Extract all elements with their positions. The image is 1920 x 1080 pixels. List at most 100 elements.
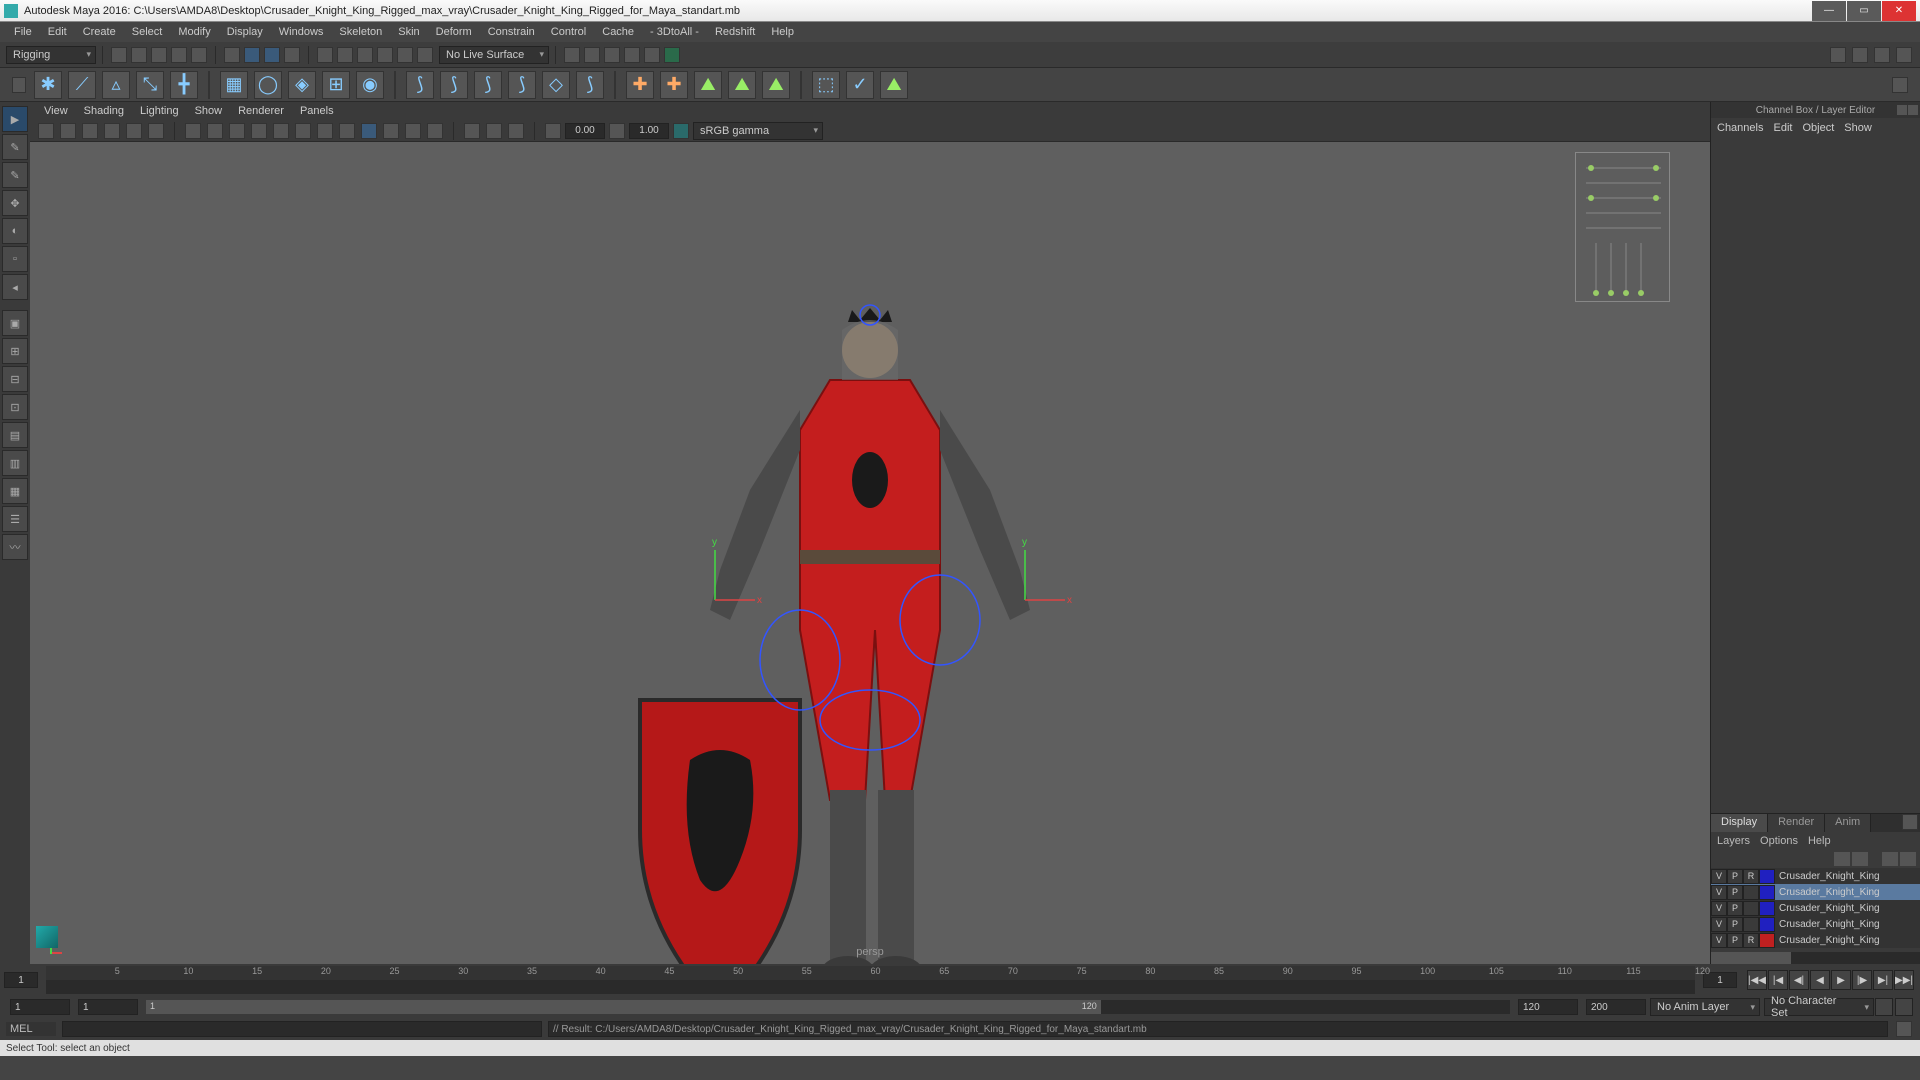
layout-5-button[interactable]: ▦	[2, 478, 28, 504]
vp-film-gate-icon[interactable]	[207, 123, 223, 139]
step-forward-button[interactable]: |▶	[1852, 970, 1872, 990]
layer-visible-toggle[interactable]: V	[1711, 917, 1727, 932]
menu-control[interactable]: Control	[543, 24, 594, 40]
tab-object[interactable]: Object	[1802, 122, 1834, 134]
vp-textured-icon[interactable]	[383, 123, 399, 139]
anim-layer-dropdown[interactable]: No Anim Layer	[1650, 998, 1760, 1016]
menu-create[interactable]: Create	[75, 24, 124, 40]
maximize-button[interactable]: ▭	[1847, 1, 1881, 21]
mirror-joint-icon[interactable]: ▵	[102, 71, 130, 99]
tool-settings-icon[interactable]	[1874, 47, 1890, 63]
vp-color-mgmt-dropdown[interactable]: sRGB gamma	[693, 122, 823, 140]
vp-xray-icon[interactable]	[486, 123, 502, 139]
vp-xray-joints-icon[interactable]	[508, 123, 524, 139]
character-set-dropdown[interactable]: No Character Set	[1764, 998, 1874, 1016]
menu-file[interactable]: File	[6, 24, 40, 40]
smooth-bind-icon[interactable]: ⟆	[406, 71, 434, 99]
copy-weights-icon[interactable]: ⟆	[576, 71, 604, 99]
detach-skin-icon[interactable]: ⟆	[474, 71, 502, 99]
close-button[interactable]: ✕	[1882, 1, 1916, 21]
tab-edit[interactable]: Edit	[1773, 122, 1792, 134]
play-forward-button[interactable]: ▶	[1831, 970, 1851, 990]
layout-1-button[interactable]: ⊟	[2, 366, 28, 392]
vp-lights-icon[interactable]	[405, 123, 421, 139]
layer-color-swatch[interactable]	[1759, 901, 1775, 916]
workspace-dropdown[interactable]: Rigging	[6, 46, 96, 64]
layer-options-icon[interactable]	[1902, 814, 1918, 830]
paint-select-button[interactable]: ✎	[2, 162, 28, 188]
step-back-button[interactable]: ◀|	[1789, 970, 1809, 990]
vp-gamma-icon[interactable]	[609, 123, 625, 139]
menu-cache[interactable]: Cache	[594, 24, 642, 40]
tab-show[interactable]: Show	[1844, 122, 1872, 134]
bake-animation-icon[interactable]: ⛰	[880, 71, 908, 99]
layer-reference-toggle[interactable]	[1743, 901, 1759, 916]
facial-slider-panel[interactable]	[1575, 152, 1670, 302]
snap-surface-icon[interactable]	[397, 47, 413, 63]
new-scene-icon[interactable]	[111, 47, 127, 63]
snap-view-icon[interactable]	[417, 47, 433, 63]
play-back-button[interactable]: ◀	[1810, 970, 1830, 990]
panel-close-icon[interactable]	[1908, 105, 1918, 115]
vpmenu-panels[interactable]: Panels	[292, 104, 342, 118]
remove-constraint-icon[interactable]: ✚	[660, 71, 688, 99]
vp-color-mgmt-icon[interactable]	[673, 123, 689, 139]
vp-exposure-icon[interactable]	[545, 123, 561, 139]
vp-grid-icon[interactable]	[185, 123, 201, 139]
last-tool-button[interactable]: ◂	[2, 274, 28, 300]
vp-resolution-gate-icon[interactable]	[229, 123, 245, 139]
shelf-tab-icon[interactable]	[12, 77, 26, 93]
step-back-key-button[interactable]: |◀	[1768, 970, 1788, 990]
save-scene-icon[interactable]	[151, 47, 167, 63]
new-layer-selected-icon[interactable]	[1900, 852, 1916, 866]
layer-playback-toggle[interactable]: P	[1727, 933, 1743, 948]
character-set-icon[interactable]: ⛰	[762, 71, 790, 99]
render-sequence-icon[interactable]	[664, 47, 680, 63]
open-scene-icon[interactable]	[131, 47, 147, 63]
single-view-button[interactable]: ▣	[2, 310, 28, 336]
layer-row[interactable]: VPCrusader_Knight_King	[1711, 900, 1920, 916]
render-view-icon[interactable]	[624, 47, 640, 63]
layer-reference-toggle[interactable]	[1743, 885, 1759, 900]
undo-icon[interactable]	[171, 47, 187, 63]
layer-reference-toggle[interactable]: R	[1743, 933, 1759, 948]
modeling-toolkit-icon[interactable]	[1830, 47, 1846, 63]
layer-visible-toggle[interactable]: V	[1711, 869, 1727, 884]
vpmenu-show[interactable]: Show	[187, 104, 231, 118]
tab-channels[interactable]: Channels	[1717, 122, 1763, 134]
human-ik-icon[interactable]: ⛰	[694, 71, 722, 99]
vp-gamma-field[interactable]	[629, 123, 669, 139]
joint-tool-icon[interactable]: ✱	[34, 71, 62, 99]
lattice-icon[interactable]: ▦	[220, 71, 248, 99]
layout-3-button[interactable]: ▤	[2, 422, 28, 448]
layer-scrollbar[interactable]	[1711, 952, 1920, 964]
expression-icon[interactable]: ✓	[846, 71, 874, 99]
time-start-field[interactable]	[4, 972, 38, 988]
cmd-lang-label[interactable]: MEL	[6, 1022, 56, 1036]
range-in-field[interactable]	[10, 999, 70, 1015]
layers-menu[interactable]: Layers	[1717, 835, 1750, 847]
vpmenu-view[interactable]: View	[36, 104, 76, 118]
menu-redshift[interactable]: Redshift	[707, 24, 763, 40]
render-frame-icon[interactable]	[564, 47, 580, 63]
menu-edit[interactable]: Edit	[40, 24, 75, 40]
script-editor-icon[interactable]	[1896, 1021, 1912, 1037]
vp-grease-icon[interactable]	[148, 123, 164, 139]
layout-2-button[interactable]: ⊡	[2, 394, 28, 420]
layer-visible-toggle[interactable]: V	[1711, 933, 1727, 948]
menu-select[interactable]: Select	[124, 24, 171, 40]
panel-pin-icon[interactable]	[1897, 105, 1907, 115]
rotate-tool-button[interactable]: ◐	[2, 218, 28, 244]
move-layer-up-icon[interactable]	[1834, 852, 1850, 866]
shelf-options-icon[interactable]	[1892, 77, 1908, 93]
scale-tool-button[interactable]: ▫	[2, 246, 28, 272]
menu-display[interactable]: Display	[219, 24, 271, 40]
tab-display[interactable]: Display	[1711, 814, 1768, 832]
layer-row[interactable]: VPCrusader_Knight_King	[1711, 884, 1920, 900]
ik-handle-icon[interactable]: ╋	[170, 71, 198, 99]
time-ruler[interactable]: 5101520253035404550556065707580859095100…	[46, 966, 1695, 994]
vp-select-camera-icon[interactable]	[38, 123, 54, 139]
vp-wireframe-icon[interactable]	[339, 123, 355, 139]
insert-joint-icon[interactable]: ⟋	[68, 71, 96, 99]
add-constraint-icon[interactable]: ✚	[626, 71, 654, 99]
